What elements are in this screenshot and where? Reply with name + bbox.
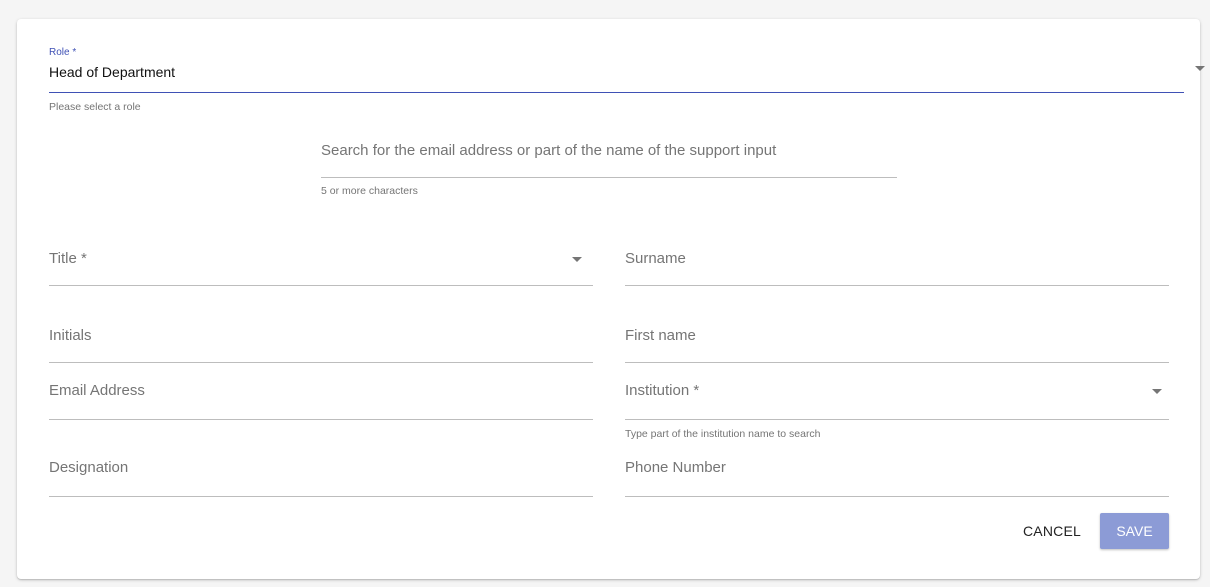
chevron-down-icon[interactable] bbox=[1152, 389, 1162, 394]
initials-label: Initials bbox=[49, 327, 92, 344]
surname-label: Surname bbox=[625, 250, 686, 267]
institution-label: Institution * bbox=[625, 382, 700, 399]
cancel-button[interactable]: CANCEL bbox=[1010, 513, 1094, 549]
email-input[interactable]: Email Address bbox=[49, 377, 593, 420]
email-label: Email Address bbox=[49, 382, 145, 399]
support-search-input[interactable]: Search for the email address or part of … bbox=[321, 135, 897, 178]
phone-number-label: Phone Number bbox=[625, 459, 726, 476]
chevron-down-icon[interactable] bbox=[572, 257, 582, 262]
title-label: Title * bbox=[49, 250, 87, 267]
role-helper-text: Please select a role bbox=[49, 101, 141, 113]
search-helper-text: 5 or more characters bbox=[321, 185, 418, 197]
role-select[interactable]: Role * Head of Department bbox=[49, 45, 1205, 93]
first-name-input[interactable]: First name bbox=[625, 320, 1169, 363]
support-search-placeholder: Search for the email address or part of … bbox=[321, 142, 777, 159]
institution-helper-text: Type part of the institution name to sea… bbox=[625, 428, 821, 440]
chevron-down-icon[interactable] bbox=[1195, 66, 1205, 71]
surname-input[interactable]: Surname bbox=[625, 243, 1169, 286]
first-name-label: First name bbox=[625, 327, 696, 344]
role-label: Role * bbox=[49, 47, 77, 58]
title-select[interactable]: Title * bbox=[49, 243, 593, 286]
designation-label: Designation bbox=[49, 459, 129, 476]
institution-select[interactable]: Institution * bbox=[625, 377, 1169, 420]
designation-input[interactable]: Designation bbox=[49, 454, 593, 497]
user-form-card: Role * Head of Department Please select … bbox=[17, 19, 1205, 579]
phone-number-input[interactable]: Phone Number bbox=[625, 454, 1169, 497]
save-button[interactable]: SAVE bbox=[1100, 513, 1169, 549]
initials-input[interactable]: Initials bbox=[49, 320, 593, 363]
role-value: Head of Department bbox=[49, 64, 176, 80]
